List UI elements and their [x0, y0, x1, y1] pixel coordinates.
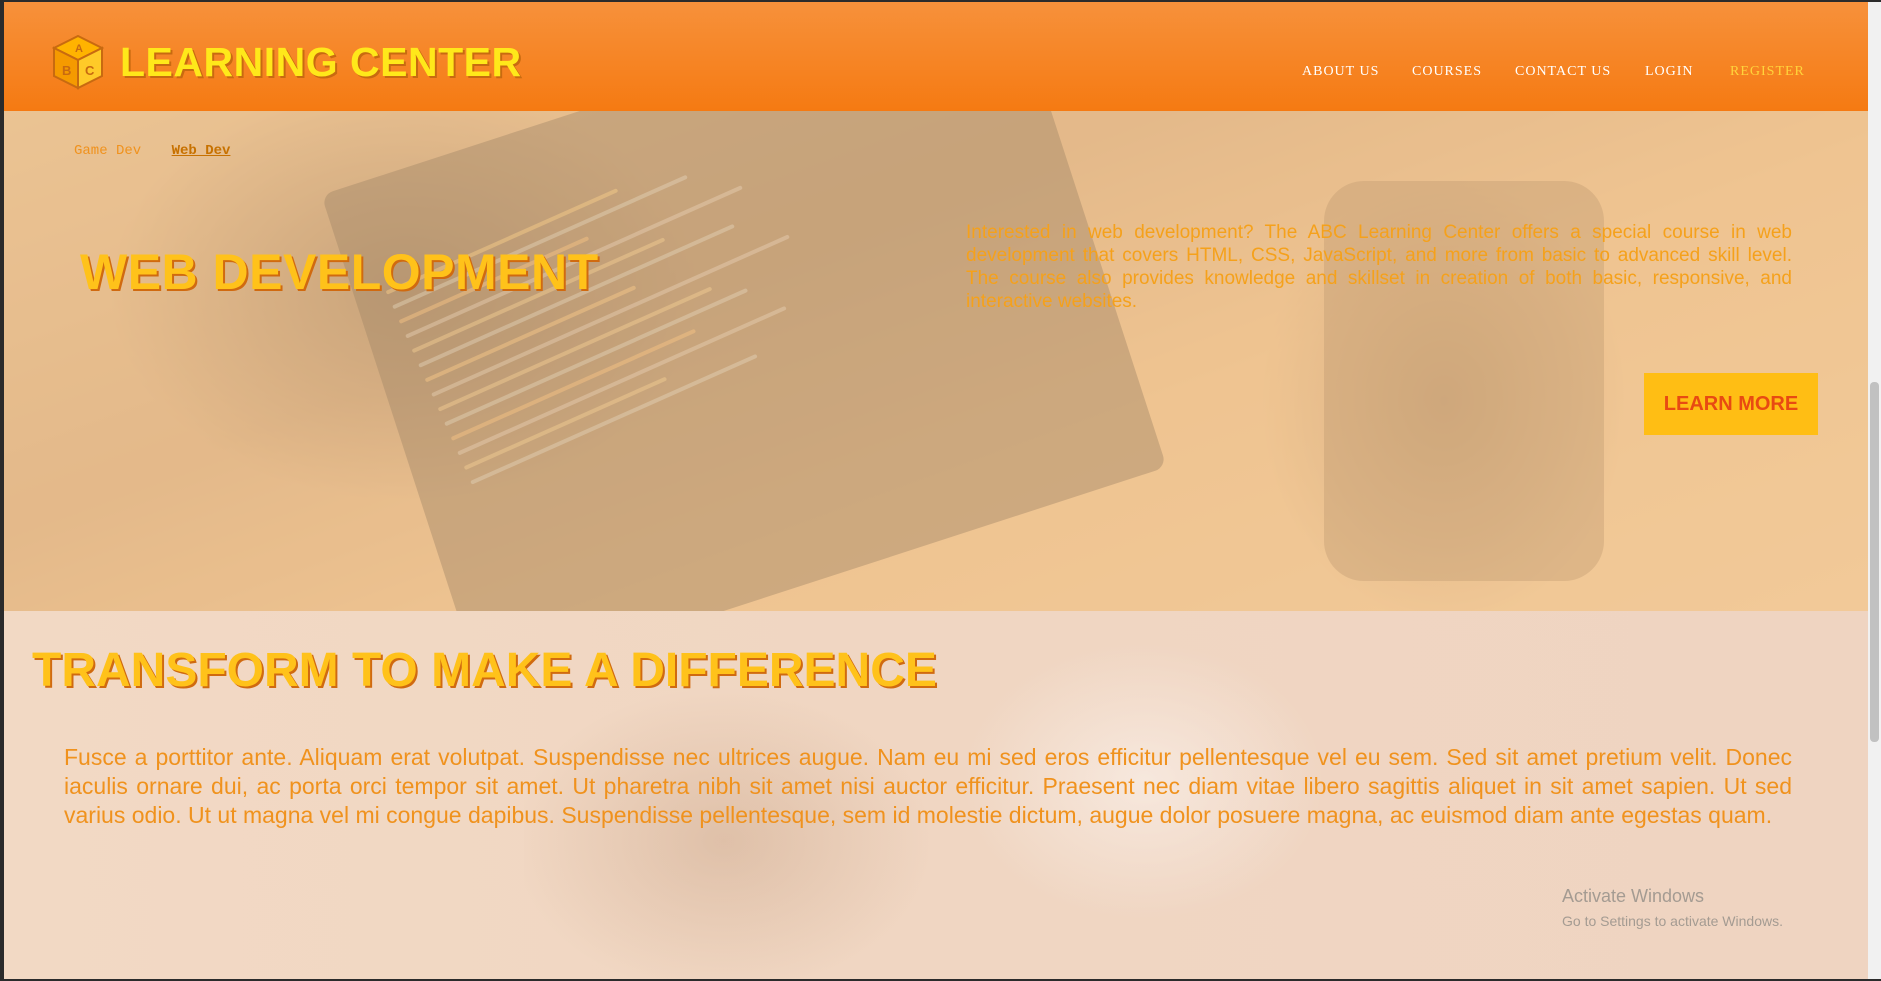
learn-more-button[interactable]: LEARN MORE: [1644, 373, 1818, 435]
main-nav: ABOUT US COURSES CONTACT US LOGIN REGIST…: [4, 64, 1868, 84]
nav-login[interactable]: LOGIN: [1645, 64, 1694, 80]
hero-content: Game Dev Web Dev WEB DEVELOPMENT Interes…: [4, 111, 1868, 611]
section-body-text: Fusce a porttitor ante. Aliquam erat vol…: [64, 744, 1792, 828]
vertical-scrollbar[interactable]: [1868, 2, 1881, 979]
tab-web-dev[interactable]: Web Dev: [172, 143, 231, 159]
nav-about-us[interactable]: ABOUT US: [1302, 64, 1379, 80]
windows-activation-watermark: Activate Windows Go to Settings to activ…: [1562, 886, 1783, 929]
section-title: TRANSFORM TO MAKE A DIFFERENCE: [32, 644, 937, 697]
site-header: A B C LEARNING CENTER ABOUT US COURSES C…: [4, 2, 1868, 111]
browser-viewport: A B C LEARNING CENTER ABOUT US COURSES C…: [4, 2, 1868, 979]
scrollbar-thumb[interactable]: [1870, 382, 1879, 742]
nav-register[interactable]: REGISTER: [1730, 64, 1805, 80]
tab-game-dev[interactable]: Game Dev: [74, 143, 141, 159]
hero-banner: Game Dev Web Dev WEB DEVELOPMENT Interes…: [4, 111, 1868, 611]
hero-description: Interested in web development? The ABC L…: [966, 222, 1792, 312]
nav-contact-us[interactable]: CONTACT US: [1515, 64, 1611, 80]
nav-courses[interactable]: COURSES: [1412, 64, 1482, 80]
hero-title: WEB DEVELOPMENT: [80, 244, 599, 300]
watermark-subtitle: Go to Settings to activate Windows.: [1562, 913, 1783, 929]
logo-letter-a: A: [75, 43, 83, 55]
watermark-title: Activate Windows: [1562, 886, 1705, 906]
course-category-tabs: Game Dev Web Dev: [74, 143, 230, 159]
